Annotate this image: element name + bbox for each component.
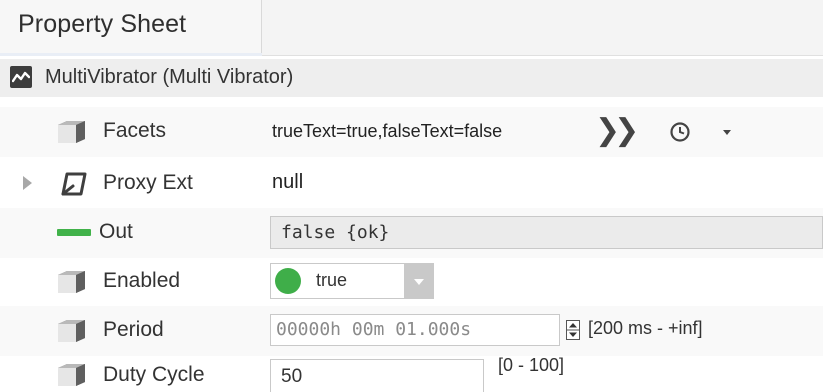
slot-cube-icon [55,318,89,344]
duty-cycle-value: 50 [281,366,303,387]
status-dot-icon [275,268,301,294]
slot-cube-icon [55,119,89,145]
enabled-value: true [316,270,348,290]
expand-triangle-icon[interactable] [23,176,32,190]
out-status-bar-icon [57,229,91,236]
property-row-facets: Facets trueText=true,falseText=false ❯❯ [0,107,823,157]
period-range: [200 ms - +inf] [588,318,703,338]
tab-underline [0,53,262,56]
property-row-enabled: Enabled true [0,257,823,307]
enabled-select[interactable]: true [270,263,434,299]
select-dropdown-button[interactable] [404,264,433,298]
period-label: Period [103,318,164,341]
duty-cycle-input[interactable]: 50 [270,359,484,392]
property-sheet-window: Property Sheet MultiVibrator (Multi Vibr… [0,0,823,392]
property-row-period: Period 00000h 00m 01.000s [200 ms - +inf… [0,306,823,356]
duty-cycle-range: [0 - 100] [498,355,565,375]
period-value: 00000h 00m 01.000s [276,319,472,340]
out-label: Out [99,220,133,243]
wave-icon [10,66,32,88]
enabled-label: Enabled [103,269,181,292]
facets-editor-chevron-icon[interactable]: ❯❯ [595,113,639,148]
proxy-ext-value: null [272,171,304,193]
out-value: false {ok} [281,222,390,243]
facets-label: Facets [103,119,167,142]
slot-cube-icon [55,269,89,295]
slot-cube-icon [55,362,89,388]
out-value-field: false {ok} [270,216,823,249]
period-input[interactable]: 00000h 00m 01.000s [270,314,560,346]
property-row-proxy-ext: Proxy Ext null [0,159,823,209]
tab-property-sheet[interactable]: Property Sheet [0,0,262,56]
tab-bar: Property Sheet [0,0,823,56]
tab-label: Property Sheet [18,10,187,38]
proxy-ext-label: Proxy Ext [103,171,193,194]
facets-value: trueText=true,falseText=false [272,121,503,141]
component-header-row[interactable]: MultiVibrator (Multi Vibrator) [0,59,823,97]
clock-icon[interactable] [669,121,691,148]
property-row-duty-cycle: Duty Cycle 50 [0 - 100] [0,351,823,392]
proxy-ext-icon [57,170,89,198]
property-row-out: Out false {ok} [0,208,823,258]
duty-cycle-label: Duty Cycle [103,363,205,386]
period-spinner-icon[interactable] [566,320,580,340]
chevron-down-icon [414,279,424,285]
component-label: MultiVibrator (Multi Vibrator) [45,66,294,88]
chevron-down-icon[interactable] [723,130,731,135]
